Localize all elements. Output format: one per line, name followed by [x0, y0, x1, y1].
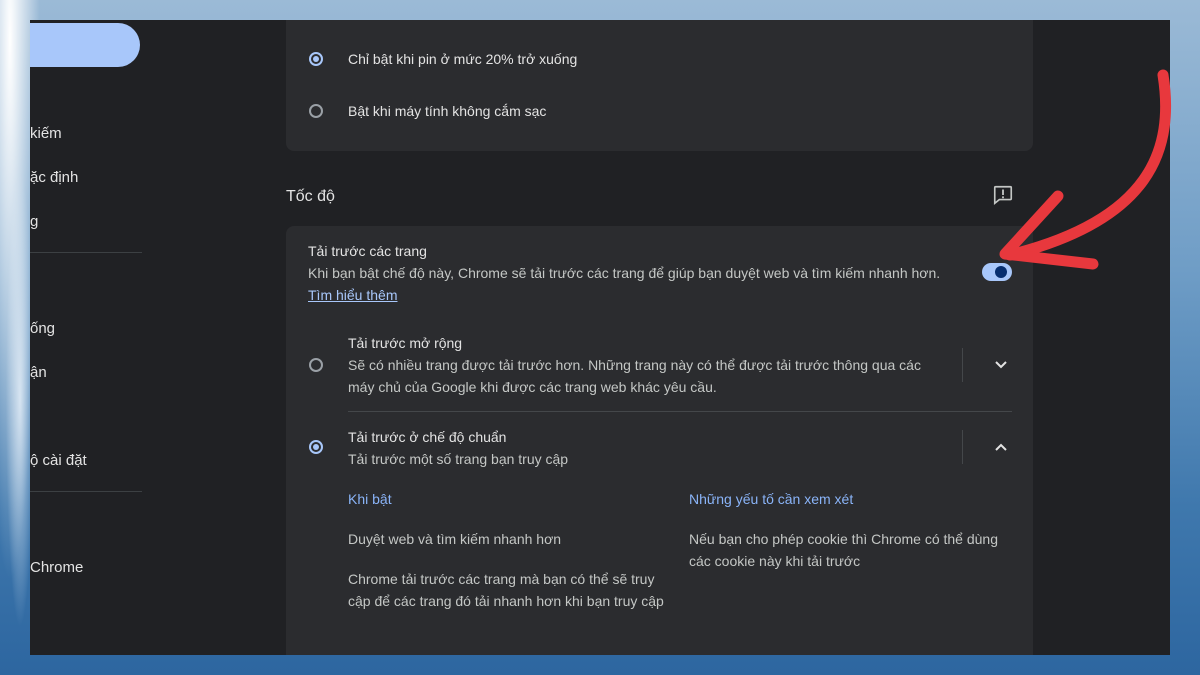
- sidebar-item-system[interactable]: ống: [30, 320, 55, 337]
- sidebar: kiếm ặc định g ống ận ộ cài đặt Chrome: [30, 20, 145, 655]
- toggle-knob: [995, 266, 1007, 278]
- battery-option-1-radio[interactable]: [309, 52, 323, 66]
- battery-option-2-label: Bật khi máy tính không cắm sạc: [348, 103, 547, 119]
- sidebar-item-default-browser[interactable]: ặc định: [30, 169, 78, 186]
- sidebar-item-accessibility[interactable]: ận: [30, 364, 47, 381]
- sidebar-item-search[interactable]: kiếm: [30, 125, 62, 142]
- vertical-separator: [962, 348, 963, 382]
- standard-preload-desc: Tải trước một số trang bạn truy cập: [348, 451, 569, 467]
- vertical-separator: [962, 430, 963, 464]
- when-on-item-2-line1: Chrome tải trước các trang mà bạn có thể…: [348, 571, 655, 587]
- extended-preload-desc-line1: Sẽ có nhiều trang được tải trước hơn. Nh…: [348, 357, 921, 373]
- section-title-speed: Tốc độ: [286, 188, 335, 205]
- feedback-icon[interactable]: [992, 184, 1014, 206]
- preload-description: Khi bạn bật chế độ này, Chrome sẽ tải tr…: [308, 265, 941, 281]
- consideration-line2: các cookie này khi tải trước: [689, 553, 861, 569]
- chevron-down-icon[interactable]: [994, 360, 1008, 370]
- battery-option-1-label: Chỉ bật khi pin ở mức 20% trở xuống: [348, 51, 578, 67]
- considerations-heading: Những yếu tố cần xem xét: [689, 491, 854, 507]
- preload-toggle[interactable]: [982, 263, 1012, 281]
- battery-option-2-radio[interactable]: [309, 104, 323, 118]
- preload-card: Tải trước các trang Khi bạn bật chế độ n…: [286, 226, 1033, 655]
- sidebar-item-reset-settings[interactable]: ộ cài đặt: [30, 452, 87, 469]
- consideration-line1: Nếu bạn cho phép cookie thì Chrome có th…: [689, 531, 998, 547]
- settings-window: kiếm ặc định g ống ận ộ cài đặt Chrome C…: [30, 20, 1170, 655]
- standard-preload-radio[interactable]: [309, 440, 323, 454]
- when-on-item-1: Duyệt web và tìm kiếm nhanh hơn: [348, 531, 562, 547]
- sidebar-selected-item[interactable]: [30, 23, 140, 67]
- preload-title: Tải trước các trang: [308, 243, 427, 259]
- sidebar-divider: [30, 491, 142, 492]
- standard-preload-title: Tải trước ở chế độ chuẩn: [348, 429, 507, 445]
- extended-preload-title: Tải trước mở rộng: [348, 335, 463, 351]
- sidebar-item-about-chrome[interactable]: Chrome: [30, 559, 83, 576]
- learn-more-link[interactable]: Tìm hiểu thêm: [308, 287, 397, 303]
- chevron-up-icon[interactable]: [994, 442, 1008, 452]
- battery-options-card: Chỉ bật khi pin ở mức 20% trở xuống Bật …: [286, 20, 1033, 151]
- extended-preload-radio[interactable]: [309, 358, 323, 372]
- sidebar-divider: [30, 252, 142, 253]
- when-on-item-2-line2: cập để các trang đó tải nhanh hơn khi bạ…: [348, 593, 664, 609]
- option-divider: [348, 411, 1012, 412]
- extended-preload-desc-line2: máy chủ của Google khi được các trang we…: [348, 379, 717, 395]
- when-on-heading: Khi bật: [348, 491, 392, 507]
- sidebar-item-on-startup[interactable]: g: [30, 213, 38, 230]
